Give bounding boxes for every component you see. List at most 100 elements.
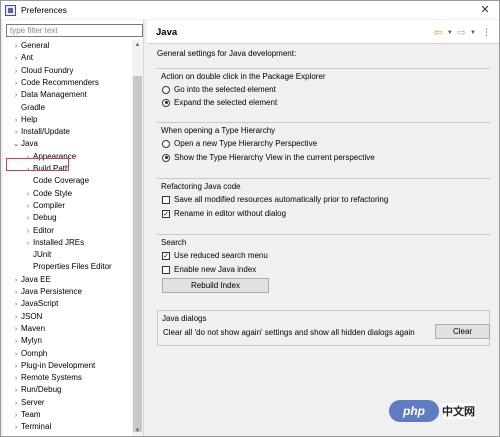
radio-icon[interactable] xyxy=(162,139,170,148)
tree-item-json[interactable]: › JSON xyxy=(11,311,43,324)
back-arrow-icon[interactable]: ⇦ xyxy=(434,26,443,39)
checkbox-icon[interactable] xyxy=(162,195,170,204)
page-description: General settings for Java development: xyxy=(157,49,297,58)
scroll-thumb[interactable] xyxy=(133,76,142,432)
tree-item-code-style[interactable]: › Code Style xyxy=(23,188,72,200)
tree-item-remote-systems[interactable]: › Remote Systems xyxy=(11,372,82,384)
checkbox-checked-icon[interactable]: ✓ xyxy=(162,209,170,218)
tree-item-plug-in-development[interactable]: › Plug-in Development xyxy=(11,360,95,372)
radio-icon[interactable] xyxy=(162,85,170,94)
window-title: Preferences xyxy=(21,5,67,15)
option-reduced-search-menu[interactable]: ✓ Use reduced search menu xyxy=(162,250,268,261)
back-dropdown-icon[interactable]: ▼ xyxy=(447,30,453,36)
chevron-right-icon[interactable]: › xyxy=(11,127,21,139)
option-label: Expand the selected element xyxy=(174,98,278,107)
tree-item-oomph[interactable]: › Oomph xyxy=(11,348,47,360)
filter-input[interactable]: type filter text xyxy=(6,24,143,37)
app-icon xyxy=(5,4,16,16)
view-menu-icon[interactable]: ⋮ xyxy=(482,27,491,38)
tree-item-java-persistence[interactable]: › Java Persistence xyxy=(11,286,82,298)
tree-item-debug[interactable]: › Debug xyxy=(23,212,57,224)
chevron-right-icon[interactable]: › xyxy=(23,213,33,225)
tree-item-mylyn[interactable]: › Mylyn xyxy=(11,335,42,347)
radio-selected-icon[interactable] xyxy=(162,153,170,162)
scroll-down-arrow-icon[interactable]: ▼ xyxy=(132,426,143,436)
chevron-right-icon[interactable]: › xyxy=(11,287,21,299)
chevron-right-icon[interactable]: › xyxy=(11,275,21,287)
group-title: Java dialogs xyxy=(162,314,207,323)
tree-item-run-debug[interactable]: › Run/Debug xyxy=(11,384,62,397)
tree-item-team[interactable]: › Team xyxy=(11,409,41,421)
tree-item-gradle[interactable]: Gradle xyxy=(11,102,45,114)
rebuild-index-button[interactable]: Rebuild Index xyxy=(162,278,269,293)
dialogs-description: Clear all 'do not show again' settings a… xyxy=(163,328,415,337)
option-go-into[interactable]: Go into the selected element xyxy=(162,84,276,95)
tree-item-data-management[interactable]: › Data Management xyxy=(11,89,87,101)
tree-item-code-coverage[interactable]: Code Coverage xyxy=(23,175,89,187)
option-label: Show the Type Hierarchy View in the curr… xyxy=(174,153,375,162)
option-save-before-refactoring[interactable]: Save all modified resources automaticall… xyxy=(162,194,388,205)
chevron-right-icon[interactable]: › xyxy=(11,385,21,397)
chevron-right-icon[interactable]: › xyxy=(23,189,33,201)
forward-dropdown-icon[interactable]: ▼ xyxy=(470,30,476,36)
chevron-right-icon[interactable]: › xyxy=(11,410,21,422)
tree-item-label: JUnit xyxy=(33,250,52,260)
tree-item-general[interactable]: › General xyxy=(11,40,50,53)
tree-item-java-ee[interactable]: › Java EE xyxy=(11,274,51,286)
clear-button[interactable]: Clear xyxy=(435,324,490,339)
chevron-right-icon[interactable]: › xyxy=(23,238,33,250)
chevron-right-icon[interactable]: › xyxy=(11,115,21,127)
tree-item-compiler[interactable]: › Compiler xyxy=(23,200,65,212)
tree-item-junit[interactable]: JUnit xyxy=(23,249,51,261)
chevron-right-icon[interactable]: › xyxy=(23,226,33,238)
chevron-right-icon[interactable]: › xyxy=(11,312,21,324)
chevron-right-icon[interactable]: › xyxy=(11,398,21,410)
tree-item-label: Mylyn xyxy=(21,336,42,346)
scroll-up-arrow-icon[interactable]: ▲ xyxy=(132,40,143,50)
tree-item-label: Properties Files Editor xyxy=(33,262,112,272)
chevron-right-icon[interactable]: › xyxy=(11,324,21,336)
chevron-right-icon[interactable]: › xyxy=(11,78,21,90)
checkbox-icon[interactable] xyxy=(162,265,170,274)
tree-item-terminal[interactable]: › Terminal xyxy=(11,421,51,433)
chevron-right-icon[interactable]: › xyxy=(23,201,33,213)
option-expand[interactable]: Expand the selected element xyxy=(162,97,277,108)
option-rename-in-editor[interactable]: ✓ Rename in editor without dialog xyxy=(162,208,286,219)
tree-item-cloud-foundry[interactable]: › Cloud Foundry xyxy=(11,65,74,78)
chevron-right-icon[interactable]: › xyxy=(11,373,21,385)
tree-item-server[interactable]: › Server xyxy=(11,397,45,409)
chevron-right-icon[interactable]: › xyxy=(11,361,21,373)
tree-item-label: JSON xyxy=(21,311,43,321)
chevron-right-icon[interactable]: › xyxy=(11,53,21,65)
chevron-right-icon[interactable]: › xyxy=(11,349,21,361)
tree-item-javascript[interactable]: › JavaScript xyxy=(11,298,59,311)
tree-item-java[interactable]: ⌄ Java xyxy=(11,138,38,150)
checkbox-checked-icon[interactable]: ✓ xyxy=(162,251,170,260)
option-new-java-index[interactable]: Enable new Java index xyxy=(162,264,256,275)
tree-item-code-recommenders[interactable]: › Code Recommenders xyxy=(11,77,99,89)
tree-item-installed-jres[interactable]: › Installed JREs xyxy=(23,237,84,249)
chevron-right-icon[interactable]: › xyxy=(11,299,21,311)
close-button[interactable]: ✕ xyxy=(475,3,495,17)
chevron-right-icon[interactable]: › xyxy=(11,336,21,348)
tree-item-label: Install/Update xyxy=(21,127,70,137)
chevron-right-icon[interactable]: › xyxy=(11,422,21,434)
radio-selected-icon[interactable] xyxy=(162,98,170,107)
chevron-right-icon[interactable]: › xyxy=(11,90,21,102)
tree-item-properties-files-editor[interactable]: Properties Files Editor xyxy=(23,261,112,273)
tree-item-help[interactable]: › Help xyxy=(11,114,38,127)
chevron-right-icon[interactable]: › xyxy=(11,66,21,78)
tree-item-maven[interactable]: › Maven xyxy=(11,323,45,335)
tree-item-editor[interactable]: › Editor xyxy=(23,225,54,237)
tree-item-label: Java xyxy=(21,139,38,149)
forward-arrow-icon[interactable]: ⇨ xyxy=(457,26,466,39)
chevron-right-icon[interactable]: › xyxy=(11,41,21,53)
option-new-perspective[interactable]: Open a new Type Hierarchy Perspective xyxy=(162,138,317,149)
tree-scrollbar[interactable]: ▲ ▼ xyxy=(132,40,143,436)
tree-item-install-update[interactable]: › Install/Update xyxy=(11,126,70,138)
option-label: Rename in editor without dialog xyxy=(174,209,287,218)
option-current-perspective[interactable]: Show the Type Hierarchy View in the curr… xyxy=(162,152,375,163)
chevron-down-icon[interactable]: ⌄ xyxy=(11,139,21,151)
tree-item-ant[interactable]: › Ant xyxy=(11,52,33,64)
option-label: Open a new Type Hierarchy Perspective xyxy=(174,139,318,148)
